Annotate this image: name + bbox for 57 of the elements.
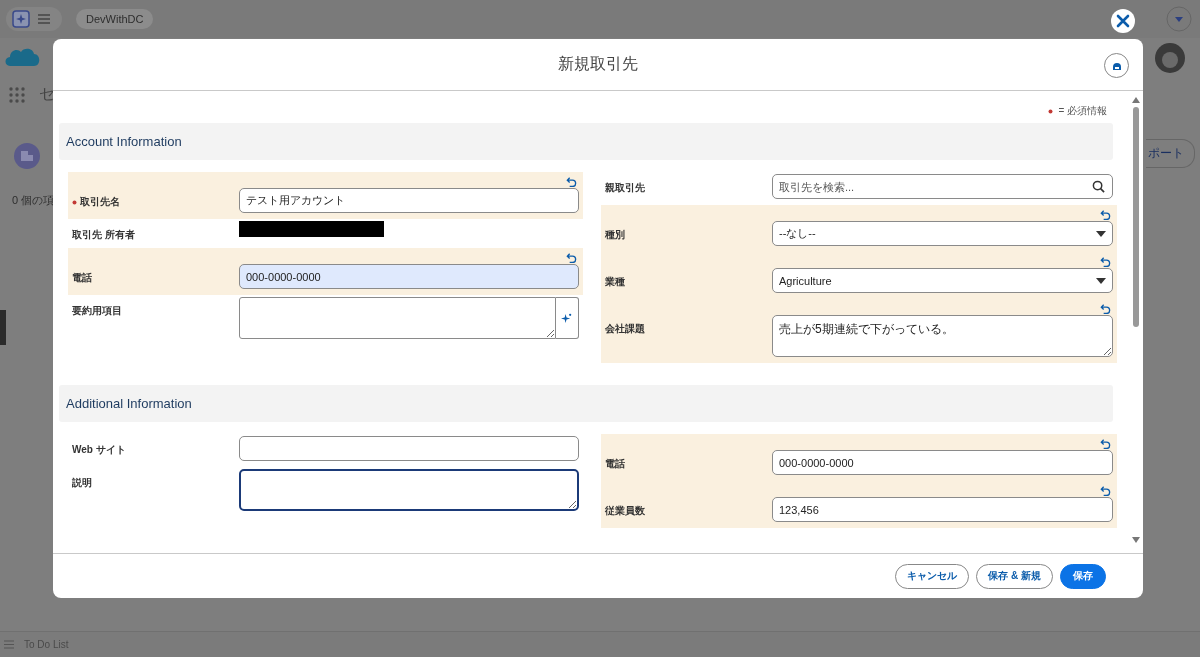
- scroll-down-icon[interactable]: [1132, 537, 1140, 543]
- field-label: 説明: [72, 476, 92, 490]
- modal-title: 新規取引先: [558, 54, 638, 74]
- dome-icon: [1111, 61, 1122, 70]
- undo-icon[interactable]: [1100, 437, 1111, 449]
- text-field[interactable]: 123,456: [772, 497, 1113, 522]
- app-name-tab[interactable]: DevWithDC: [76, 9, 154, 29]
- dropdown-field[interactable]: --なし--: [772, 221, 1113, 246]
- footer-button[interactable]: キャンセル: [895, 563, 970, 589]
- field-label: 会社課題: [605, 322, 645, 336]
- undo-icon[interactable]: [566, 175, 577, 187]
- text-area[interactable]: [239, 469, 579, 511]
- field-label: 取引先名: [80, 195, 120, 209]
- avatar-icon[interactable]: [1155, 43, 1185, 73]
- text-area[interactable]: 売上が5期連続で下がっている。: [772, 315, 1113, 357]
- section-header[interactable]: Additional Information: [59, 385, 1113, 422]
- caret-icon: [1096, 230, 1106, 237]
- item-count: 0 個の項: [12, 193, 55, 208]
- building-icon: [14, 143, 40, 169]
- dropdown-field[interactable]: Agriculture: [772, 268, 1113, 293]
- required-icon: [1048, 108, 1054, 114]
- undo-icon[interactable]: [1100, 208, 1111, 220]
- field-label: Web サイト: [72, 443, 126, 457]
- field-label: 電話: [72, 271, 92, 285]
- sparkle-icon: [561, 312, 573, 324]
- field-label: 要約用項目: [72, 304, 122, 318]
- save-button[interactable]: 保存: [1060, 563, 1106, 589]
- undo-icon[interactable]: [1100, 484, 1111, 496]
- undo-icon[interactable]: [566, 251, 577, 263]
- dropdown-icon[interactable]: [1166, 6, 1192, 32]
- field-label: 種別: [605, 228, 625, 242]
- section-header[interactable]: Account Information: [59, 123, 1113, 160]
- close-icon[interactable]: [1110, 8, 1136, 34]
- undo-icon[interactable]: [1100, 302, 1111, 314]
- search-icon: [1092, 180, 1105, 193]
- field-label: 電話: [605, 457, 625, 471]
- required-legend: = 必須情報: [1058, 104, 1107, 118]
- assistant-button[interactable]: [1104, 53, 1129, 78]
- app-icon[interactable]: [12, 10, 30, 28]
- required-icon: [72, 199, 77, 205]
- field-label: 取引先 所有者: [72, 228, 135, 242]
- text-field[interactable]: テスト用アカウント: [239, 188, 579, 213]
- caret-icon: [1096, 277, 1106, 284]
- app-launcher-icon[interactable]: [9, 86, 25, 103]
- field-label: 従業員数: [605, 504, 645, 518]
- field-label: 業種: [605, 275, 625, 289]
- scroll-up-icon[interactable]: [1132, 97, 1140, 103]
- search-field[interactable]: 取引先を検索...: [772, 174, 1113, 199]
- footer-button[interactable]: 保存 & 新規: [976, 563, 1053, 589]
- cloud-logo: [4, 46, 40, 68]
- sparkle-button[interactable]: [555, 297, 579, 339]
- text-field[interactable]: 000-0000-0000: [239, 264, 579, 289]
- page-title: セ: [39, 84, 55, 104]
- text-field[interactable]: 000-0000-0000: [772, 450, 1113, 475]
- undo-icon[interactable]: [1100, 255, 1111, 267]
- text-field[interactable]: [239, 436, 579, 461]
- field-label: 親取引先: [605, 181, 645, 195]
